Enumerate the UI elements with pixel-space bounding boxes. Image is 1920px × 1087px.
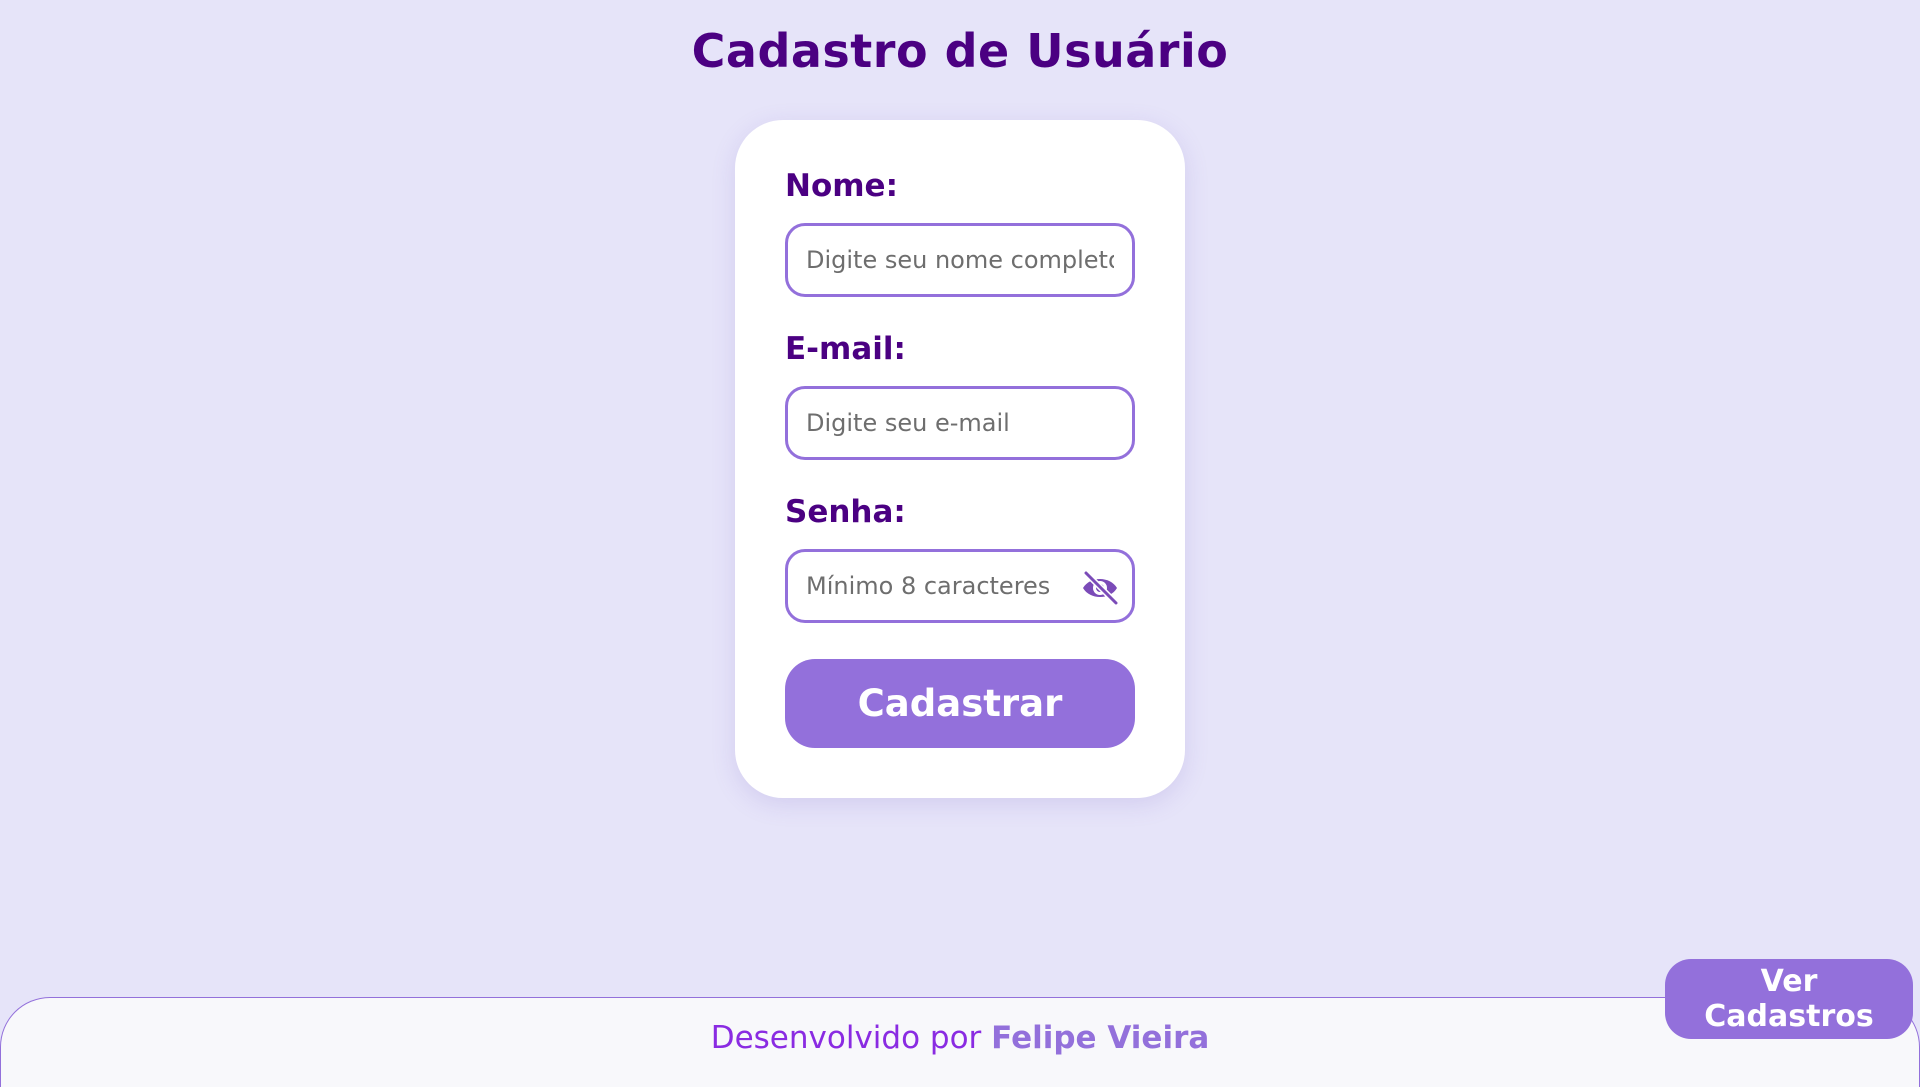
name-label: Nome: (785, 168, 898, 204)
name-input[interactable] (788, 226, 1132, 294)
email-field-container (785, 386, 1135, 460)
email-label: E-mail: (785, 331, 906, 367)
footer-author: Felipe Vieira (991, 1020, 1210, 1056)
register-button[interactable]: Cadastrar (785, 659, 1135, 748)
footer-credit-prefix: Desenvolvido por (710, 1020, 982, 1056)
password-label: Senha: (785, 494, 906, 530)
registration-form: Nome: E-mail: Senha: Cadastrar (735, 120, 1185, 798)
name-field-container (785, 223, 1135, 297)
password-field-container (785, 549, 1135, 623)
eye-slash-icon[interactable] (1080, 570, 1120, 606)
footer: Desenvolvido por Felipe Vieira (0, 997, 1920, 1087)
page-title: Cadastro de Usuário (691, 24, 1229, 78)
footer-credit: Desenvolvido por Felipe Vieira (1, 1020, 1919, 1056)
view-registrations-button[interactable]: Ver Cadastros (1665, 959, 1913, 1039)
email-input[interactable] (788, 389, 1132, 457)
